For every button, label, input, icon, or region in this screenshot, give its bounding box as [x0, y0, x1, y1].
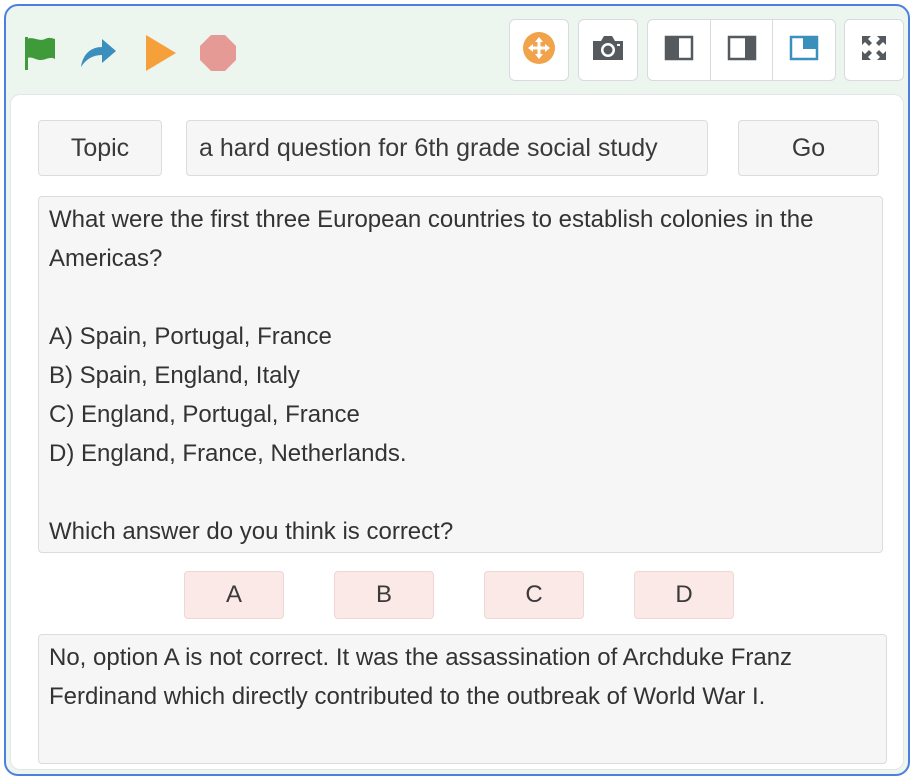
feedback-text: No, option A is not correct. It was the … [38, 634, 887, 764]
layout-group [647, 19, 836, 81]
app-window: Topic a hard question for 6th grade soci… [4, 4, 910, 776]
go-button[interactable]: Go [738, 120, 879, 176]
toolbar [6, 6, 908, 94]
play-icon[interactable] [140, 33, 180, 73]
stage: Topic a hard question for 6th grade soci… [10, 94, 904, 770]
camera-icon [590, 33, 626, 68]
green-flag-icon[interactable] [18, 33, 58, 73]
answer-a-button[interactable]: A [184, 571, 284, 619]
answer-d-button[interactable]: D [634, 571, 734, 619]
answer-c-button[interactable]: C [484, 571, 584, 619]
redo-arrow-icon[interactable] [78, 33, 118, 73]
layout-left-icon [664, 35, 694, 66]
screenshot-button[interactable] [578, 19, 638, 81]
move-icon [522, 31, 556, 70]
answer-b-button[interactable]: B [334, 571, 434, 619]
layout-right-button[interactable] [711, 20, 774, 80]
move-button[interactable] [509, 19, 569, 81]
topic-button[interactable]: Topic [38, 120, 162, 176]
question-text: What were the first three European count… [38, 196, 883, 553]
layout-right-icon [727, 35, 757, 66]
fullscreen-icon [859, 33, 889, 68]
layout-stage-button[interactable] [773, 20, 835, 80]
fullscreen-button[interactable] [844, 19, 904, 81]
topic-input[interactable]: a hard question for 6th grade social stu… [186, 120, 708, 176]
layout-stage-icon [789, 35, 819, 66]
layout-left-button[interactable] [648, 20, 711, 80]
stop-icon[interactable] [198, 33, 238, 73]
